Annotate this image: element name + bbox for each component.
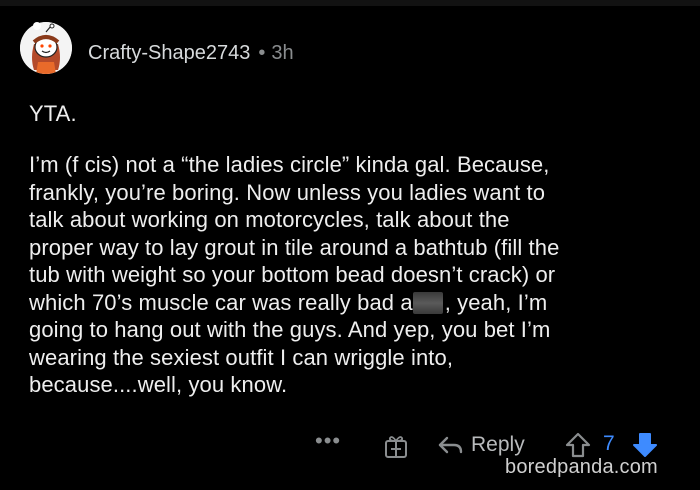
more-options-button[interactable]: •••: [315, 428, 341, 454]
username-link[interactable]: Crafty-Shape2743: [88, 42, 250, 64]
comment-line: tub with weight so your bottom bead does…: [29, 262, 556, 287]
censored-line-after: , yeah, I’m: [444, 289, 548, 315]
comment-first-line: YTA.: [29, 101, 77, 126]
reply-arrow-icon: [438, 436, 463, 454]
censor-blur: [412, 291, 443, 314]
comment-line: because....well, you know.: [29, 372, 288, 397]
comment-line: proper way to lay grout in tile around a…: [29, 234, 560, 260]
comment-line-censored: which 70’s muscle car was really bad a , …: [29, 289, 689, 317]
comment-timestamp: 3h: [271, 42, 294, 64]
comment-paragraph: I’m (f cis) not a “the ladies circle” ki…: [29, 151, 689, 399]
comment-line: going to hang out with the guys. And yep…: [29, 317, 551, 342]
censored-line-before: which 70’s muscle car was really bad a: [29, 289, 413, 315]
comment: Crafty-Shape2743 • 3h YTA. I’m (f cis) not…: [0, 0, 700, 490]
comment-line: frankly, you’re boring. Now unless you l…: [29, 179, 546, 205]
comment-header: Crafty-Shape2743 • 3h: [88, 41, 294, 65]
status-dot: [33, 22, 41, 30]
watermark: boredpanda.com: [505, 456, 658, 478]
comment-line: talk about working on motorcycles, talk …: [29, 207, 510, 232]
comment-line: wearing the sexiest outfit I can wriggle…: [29, 344, 454, 370]
avatar[interactable]: [20, 22, 72, 74]
reply-label: Reply: [471, 433, 525, 456]
comment-line: I’m (f cis) not a “the ladies circle” ki…: [29, 152, 550, 177]
header-separator: •: [258, 42, 266, 64]
reply-button[interactable]: Reply: [437, 432, 525, 458]
gift-award-icon[interactable]: [384, 433, 408, 464]
vote-score: 7: [603, 432, 615, 455]
